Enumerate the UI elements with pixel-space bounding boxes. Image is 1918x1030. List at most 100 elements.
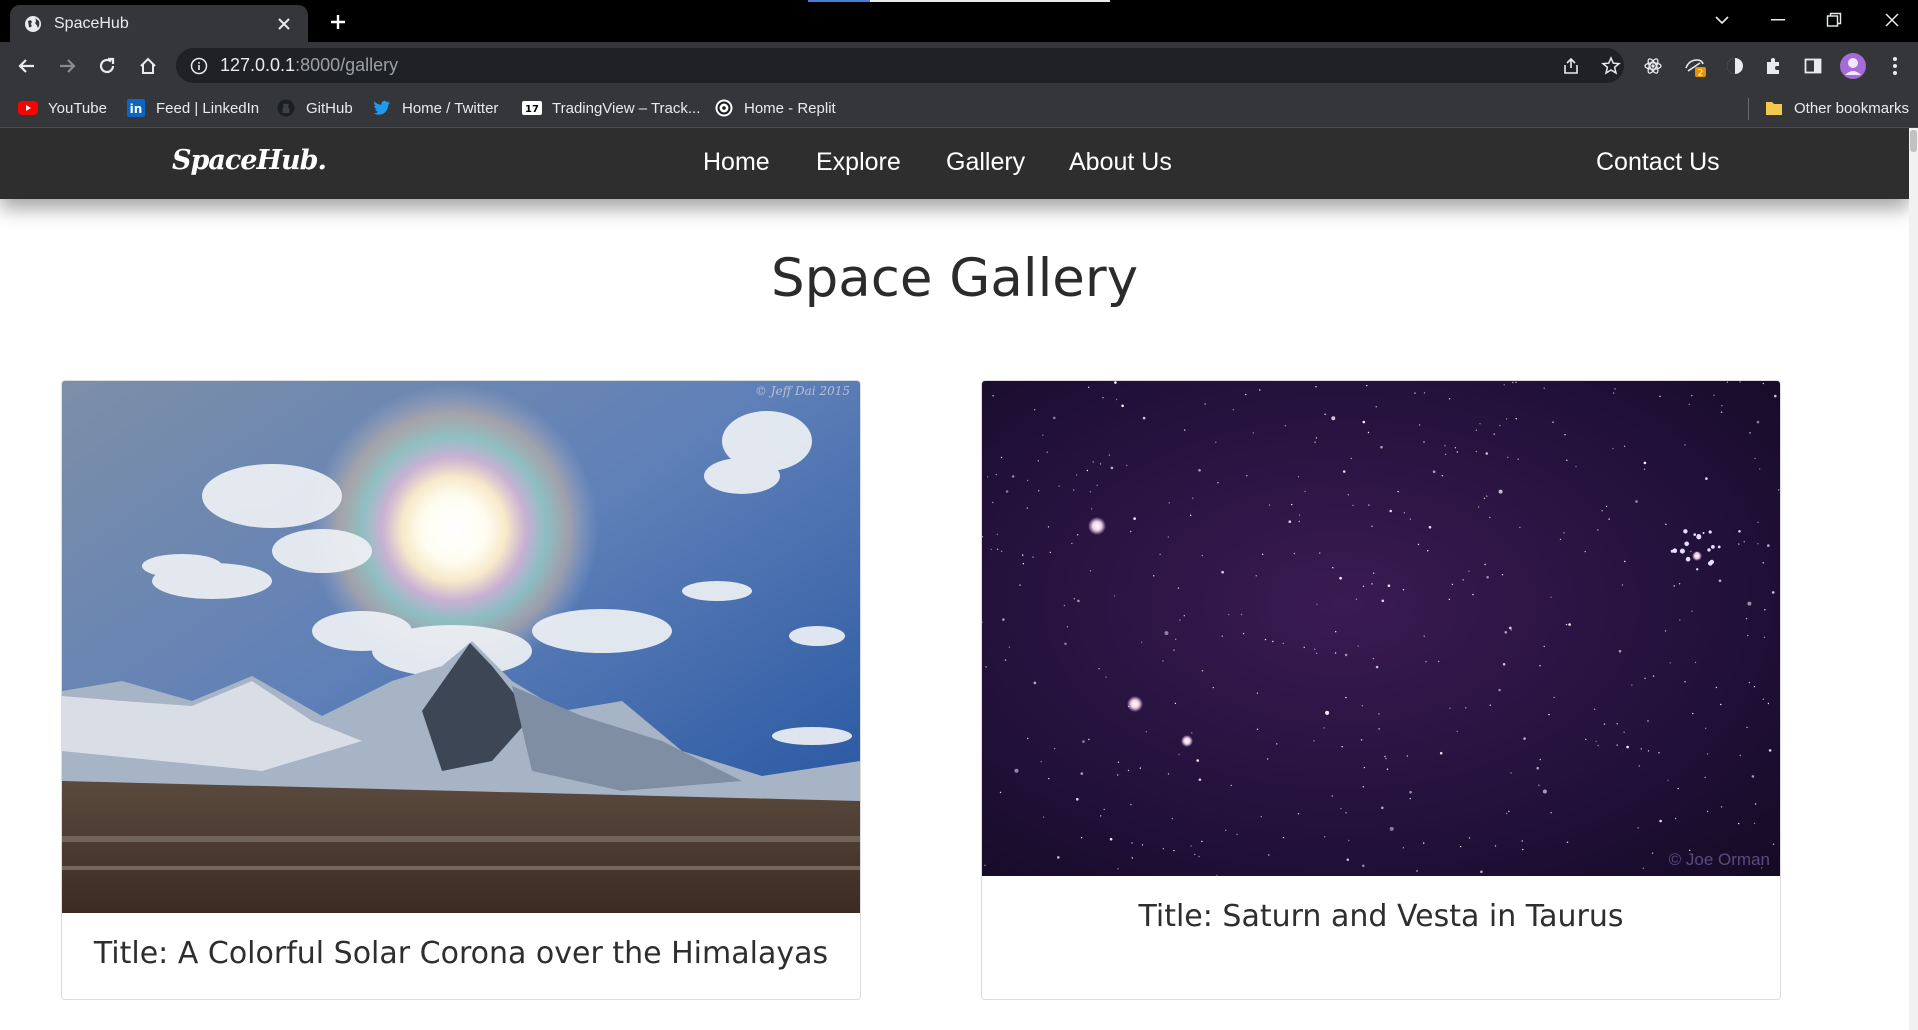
star xyxy=(1221,570,1224,574)
bookmark-star-icon[interactable] xyxy=(1596,51,1626,81)
gallery-card[interactable]: © Jeff Dai 2015 Title: A Colorful Solar … xyxy=(61,380,861,1000)
menu-kebab-icon[interactable] xyxy=(1880,51,1910,81)
star xyxy=(1131,842,1133,844)
star xyxy=(1585,738,1587,741)
react-devtools-icon[interactable] xyxy=(1638,51,1668,81)
star xyxy=(996,533,999,535)
forward-icon[interactable] xyxy=(52,51,82,81)
gallery-card[interactable]: © Joe Orman Title: Saturn and Vesta in T… xyxy=(981,380,1781,1000)
star xyxy=(1515,381,1517,384)
star xyxy=(1268,854,1270,856)
back-icon[interactable] xyxy=(12,51,42,81)
star xyxy=(1212,686,1214,689)
star xyxy=(1053,747,1056,750)
globe-icon xyxy=(24,15,42,33)
star xyxy=(1754,457,1756,460)
star xyxy=(1071,542,1073,545)
star xyxy=(996,548,999,550)
star xyxy=(1651,852,1654,854)
bookmark-twitter[interactable]: Home / Twitter xyxy=(372,96,498,120)
star xyxy=(1721,405,1723,407)
cluster-star xyxy=(1711,545,1715,549)
nav-about-us[interactable]: About Us xyxy=(1069,148,1172,177)
page-scrollbar[interactable] xyxy=(1909,128,1918,1030)
star xyxy=(1103,808,1105,811)
tab-search-icon[interactable] xyxy=(1696,0,1748,40)
star xyxy=(1684,681,1686,683)
star xyxy=(1563,532,1565,534)
star xyxy=(1121,404,1124,408)
star xyxy=(1623,445,1626,447)
bookmark-youtube[interactable]: YouTube xyxy=(18,96,107,120)
star xyxy=(1100,815,1102,817)
star xyxy=(1113,595,1116,597)
new-tab-button[interactable] xyxy=(324,8,352,36)
star xyxy=(1228,614,1230,616)
scrollbar-thumb[interactable] xyxy=(1910,130,1917,152)
star xyxy=(1635,500,1638,503)
bookmark-tradingview[interactable]: 17 TradingView – Track... xyxy=(522,96,700,120)
bookmark-replit[interactable]: Home - Replit xyxy=(714,96,836,120)
star xyxy=(1361,705,1364,707)
profile-avatar[interactable] xyxy=(1838,51,1868,81)
star xyxy=(1418,424,1421,426)
other-bookmarks-folder[interactable]: Other bookmarks xyxy=(1764,96,1909,120)
star xyxy=(1423,635,1425,637)
bookmark-github[interactable]: GitHub xyxy=(276,96,353,120)
card-caption: Title: Saturn and Vesta in Taurus xyxy=(1138,899,1624,934)
restore-icon[interactable] xyxy=(1808,0,1860,40)
star xyxy=(1242,632,1245,635)
star xyxy=(1763,636,1766,639)
star xyxy=(1498,489,1503,494)
star xyxy=(1005,490,1009,493)
dark-mode-extension-icon[interactable] xyxy=(1720,51,1750,81)
star xyxy=(1201,670,1204,672)
reload-icon[interactable] xyxy=(92,51,122,81)
star xyxy=(1372,657,1375,660)
star xyxy=(1096,484,1098,486)
star xyxy=(1384,755,1386,758)
close-window-icon[interactable] xyxy=(1866,0,1918,40)
bookmark-label: Feed | LinkedIn xyxy=(156,99,260,117)
browser-tab[interactable]: SpaceHub xyxy=(10,5,308,42)
star xyxy=(1048,777,1050,780)
star xyxy=(1033,681,1037,685)
side-panel-icon[interactable] xyxy=(1798,51,1828,81)
star xyxy=(1032,556,1034,558)
home-icon[interactable] xyxy=(133,51,163,81)
nav-gallery[interactable]: Gallery xyxy=(946,148,1025,177)
star xyxy=(1073,598,1075,600)
star xyxy=(1757,543,1759,545)
site-logo[interactable]: SpaceHub. xyxy=(172,145,327,176)
star xyxy=(1416,870,1418,872)
star xyxy=(1483,497,1486,499)
star xyxy=(1479,423,1481,425)
star xyxy=(1171,817,1174,820)
star xyxy=(1739,381,1741,383)
star xyxy=(1133,517,1136,520)
star xyxy=(1184,429,1186,431)
star xyxy=(1375,665,1379,669)
nav-explore[interactable]: Explore xyxy=(816,148,901,177)
star xyxy=(1183,615,1185,617)
nav-home[interactable]: Home xyxy=(703,148,770,177)
star xyxy=(1428,525,1432,529)
star xyxy=(1441,475,1443,477)
bookmark-linkedin[interactable]: in Feed | LinkedIn xyxy=(126,96,259,120)
star xyxy=(1448,598,1451,601)
star xyxy=(1139,767,1141,769)
site-navbar: SpaceHub. Home Explore Gallery About Us … xyxy=(0,128,1909,199)
share-icon[interactable] xyxy=(1556,51,1586,81)
nav-contact-us[interactable]: Contact Us xyxy=(1596,148,1720,177)
star xyxy=(1221,635,1223,637)
star xyxy=(1201,554,1203,557)
close-tab-icon[interactable] xyxy=(274,14,294,34)
site-info-icon[interactable] xyxy=(190,57,208,75)
extensions-puzzle-icon[interactable] xyxy=(1758,51,1788,81)
star xyxy=(1664,630,1667,632)
bookmarks-bar: YouTube in Feed | LinkedIn GitHub Home /… xyxy=(0,88,1918,128)
address-bar[interactable]: 127.0.0.1:8000/gallery xyxy=(176,48,1624,83)
star xyxy=(1315,437,1318,439)
extension-badge-icon[interactable]: 2 xyxy=(1680,51,1710,81)
minimize-icon[interactable] xyxy=(1752,0,1804,40)
